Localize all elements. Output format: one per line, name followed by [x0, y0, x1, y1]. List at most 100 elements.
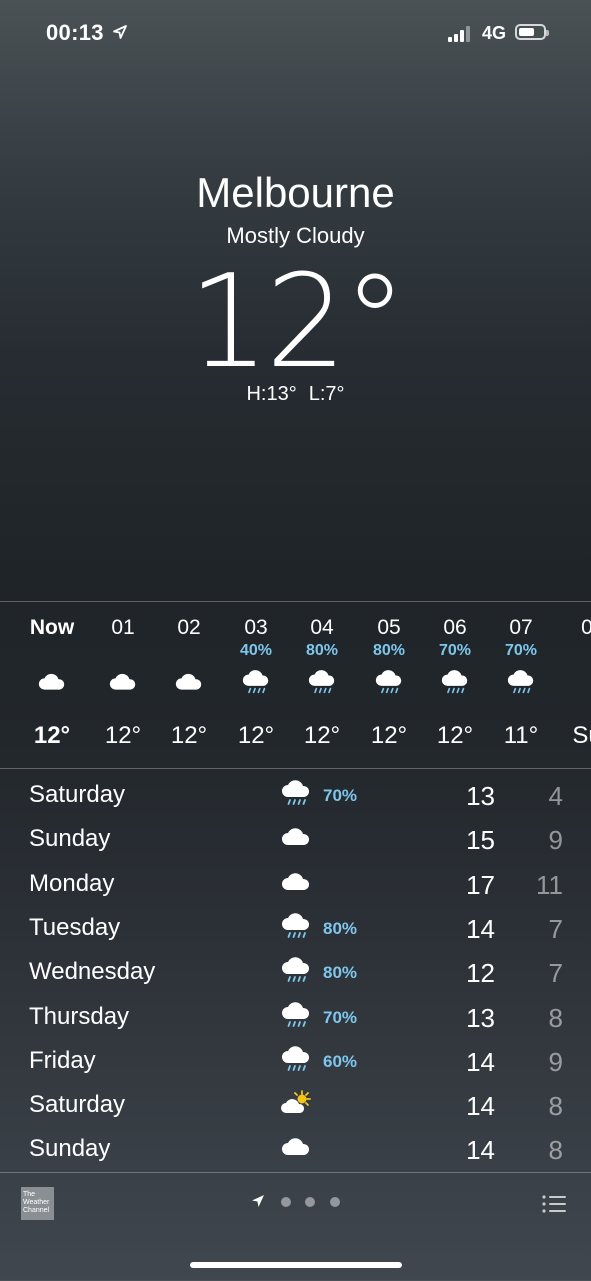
day-name: Saturday	[29, 1091, 126, 1119]
hour-label: Now	[29, 616, 75, 639]
precip-chance: 70%	[438, 642, 472, 659]
hourly-item[interactable]: 0 Su	[554, 602, 591, 768]
daily-row[interactable]: Monday 17 11	[0, 862, 591, 906]
low-temp: L:7°	[308, 383, 345, 405]
cellular-signal-icon	[448, 26, 472, 42]
rain-cloud-icon	[440, 668, 470, 698]
daily-row[interactable]: Saturday 14 8	[0, 1083, 591, 1127]
low-temp: 7	[548, 913, 563, 944]
rain-cloud-icon	[280, 1001, 312, 1031]
high-temp: 14	[466, 1091, 495, 1122]
hour-temp: 12°	[436, 722, 474, 749]
hour-temp: 12°	[303, 722, 341, 749]
weather-channel-logo[interactable]: The Weather Channel	[21, 1187, 54, 1220]
network-type: 4G	[482, 23, 507, 43]
page-dot[interactable]	[330, 1197, 340, 1207]
city-name: Melbourne	[196, 169, 395, 216]
day-name: Sunday	[29, 1135, 111, 1163]
hour-temp: 12°	[33, 722, 71, 749]
hour-label: 0	[554, 616, 591, 640]
cloud-icon	[280, 868, 312, 898]
hourly-item[interactable]: 03 40% 12°	[223, 602, 289, 768]
daily-row[interactable]: Friday 60% 14 9	[0, 1039, 591, 1083]
high-low: H:13° L:7°	[0, 383, 591, 406]
low-temp: 7	[548, 958, 563, 989]
high-temp: 14	[466, 913, 495, 944]
day-name: Sunday	[29, 825, 111, 853]
cloud-icon	[108, 668, 138, 698]
daily-row[interactable]: Sunday 15 9	[0, 817, 591, 861]
low-temp: 8	[548, 1002, 563, 1033]
hourly-item[interactable]: 07 70% 11°	[488, 602, 554, 768]
list-icon[interactable]	[541, 1193, 567, 1215]
precip-chance: 80%	[323, 918, 358, 938]
page-dot[interactable]	[281, 1197, 291, 1207]
precip-chance: 80%	[305, 642, 339, 659]
daily-row[interactable]: Tuesday 80% 14 7	[0, 906, 591, 950]
high-temp: 14	[466, 1135, 495, 1166]
rain-cloud-icon	[374, 668, 404, 698]
daily-row[interactable]: Saturday 70% 13 4	[0, 773, 591, 817]
hourly-item[interactable]: 04 80% 12°	[289, 602, 355, 768]
hourly-item[interactable]: 05 80% 12°	[356, 602, 422, 768]
status-time: 00:13	[46, 20, 104, 45]
cloud-icon	[37, 668, 67, 698]
battery-icon	[515, 24, 549, 40]
day-name: Tuesday	[29, 913, 121, 941]
high-temp: H:13°	[246, 383, 297, 405]
hourly-forecast[interactable]: Now 12° 01 12° 02 12° 03 40% 12° 04 80% 12° 05 80% 12°…	[0, 601, 591, 769]
low-temp: 9	[548, 1046, 563, 1077]
hour-label: 05	[377, 616, 401, 639]
daily-row[interactable]: Thursday 70% 13 8	[0, 995, 591, 1039]
hour-temp: 12°	[237, 722, 275, 749]
home-indicator	[190, 1262, 402, 1268]
precip-chance: 60%	[323, 1051, 358, 1071]
daily-row[interactable]: Sunday 14 8	[0, 1127, 591, 1171]
hour-temp: 12°	[370, 722, 408, 749]
rain-cloud-icon	[506, 668, 536, 698]
hour-label: 01	[111, 616, 135, 639]
high-temp: 14	[466, 1046, 495, 1077]
rain-cloud-icon	[280, 956, 312, 986]
precip-chance: 40%	[239, 642, 273, 659]
hourly-item[interactable]: 06 70% 12°	[422, 602, 488, 768]
low-temp: 8	[548, 1135, 563, 1166]
location-services-icon	[113, 25, 127, 39]
current-weather: Melbourne Mostly Cloudy 12° H:13° L:7°	[0, 165, 591, 406]
hourly-item[interactable]: 02 12°	[156, 602, 222, 768]
hour-temp: 12°	[104, 722, 142, 749]
hour-temp: 12°	[170, 722, 208, 749]
current-temperature: 12°	[188, 248, 407, 397]
rain-cloud-icon	[280, 779, 312, 809]
day-name: Wednesday	[29, 958, 156, 986]
rain-cloud-icon	[280, 1045, 312, 1075]
high-temp: 13	[466, 781, 495, 811]
hourly-item[interactable]: 01 12°	[90, 602, 156, 768]
precip-chance: 80%	[323, 963, 358, 983]
rain-cloud-icon	[280, 912, 312, 942]
hourly-item[interactable]: Now 12°	[19, 602, 85, 768]
day-name: Monday	[29, 869, 115, 897]
high-temp: 17	[466, 869, 495, 900]
current-location-icon	[252, 1195, 264, 1207]
precip-chance: 80%	[372, 642, 406, 659]
partly-sunny-icon	[280, 1089, 312, 1119]
precip-chance: 70%	[504, 642, 538, 659]
low-temp: 9	[548, 825, 563, 856]
precip-chance: 70%	[323, 786, 358, 805]
hour-label: 02	[177, 616, 201, 639]
high-temp: 13	[466, 1002, 495, 1033]
low-temp: 8	[548, 1091, 563, 1122]
rain-cloud-icon	[307, 668, 337, 698]
daily-row[interactable]: Wednesday 80% 12 7	[0, 950, 591, 994]
cloud-icon	[174, 668, 204, 698]
low-temp: 4	[548, 781, 563, 811]
rain-cloud-icon	[241, 668, 271, 698]
page-dot[interactable]	[305, 1197, 315, 1207]
status-bar: 00:13 4G	[0, 0, 591, 66]
cloud-icon	[280, 823, 312, 853]
cloud-icon	[280, 1133, 312, 1163]
high-temp: 12	[466, 958, 495, 989]
hour-label: 07	[509, 616, 533, 639]
day-name: Saturday	[29, 781, 126, 808]
